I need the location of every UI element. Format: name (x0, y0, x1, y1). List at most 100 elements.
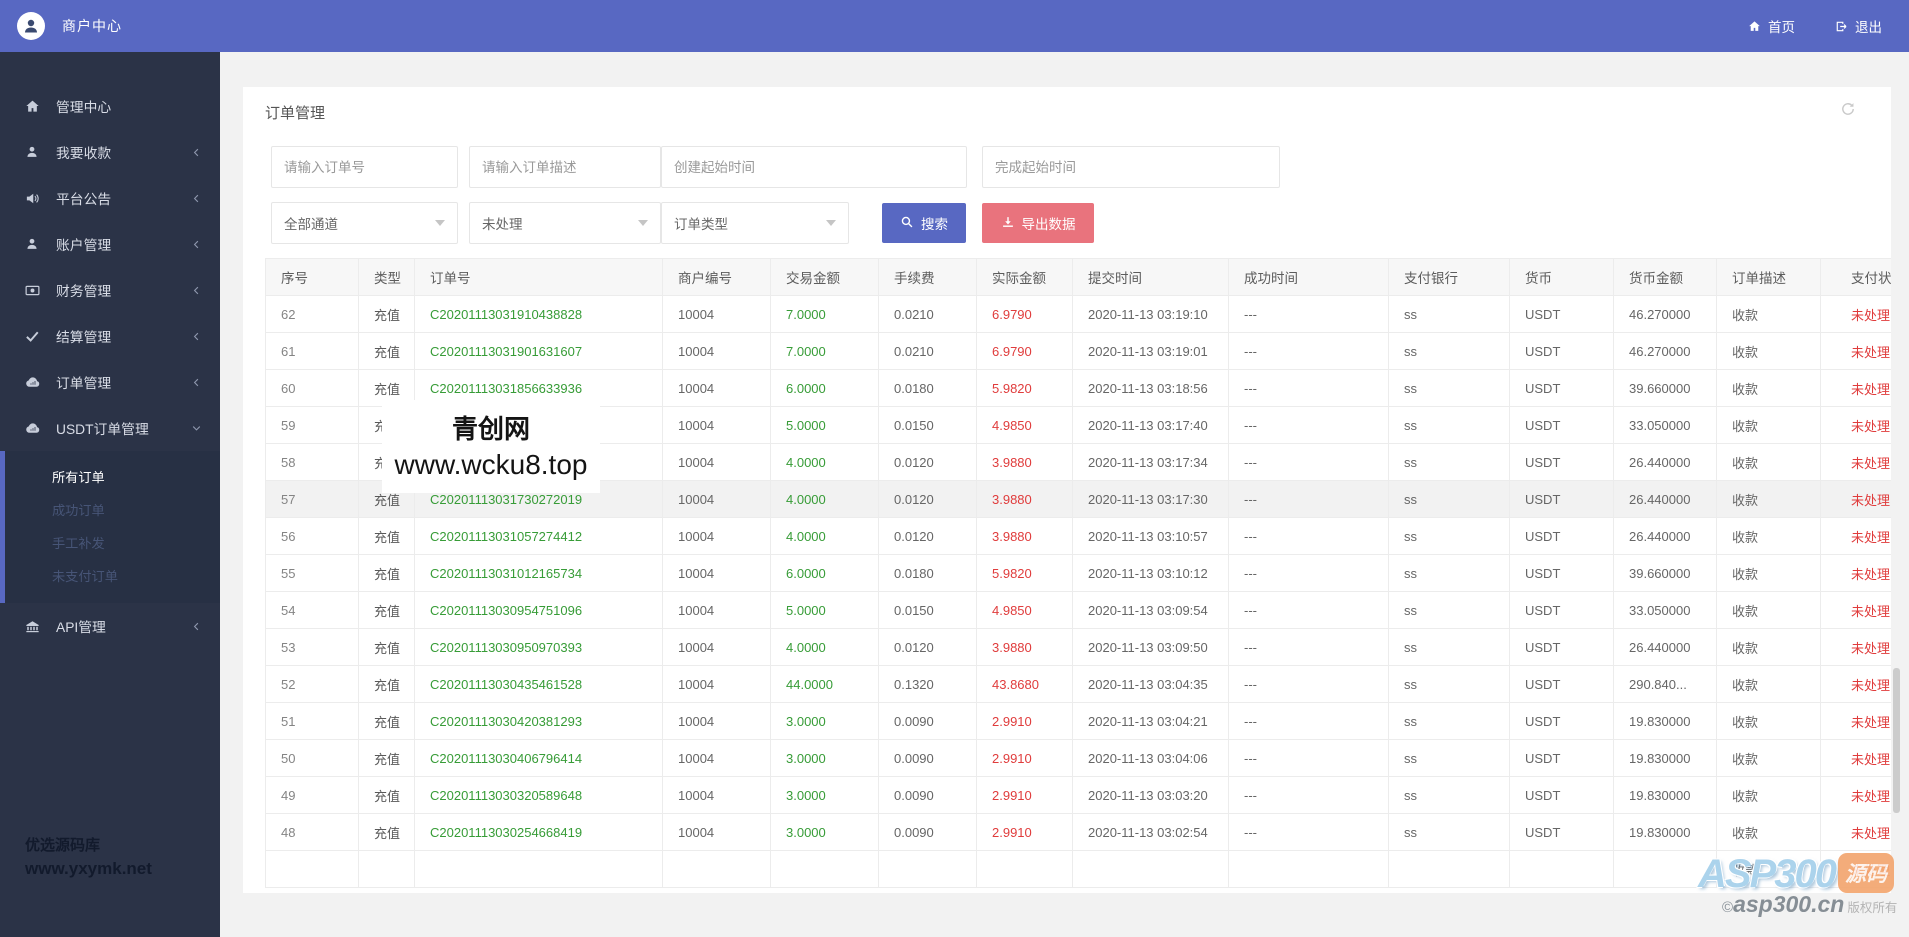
col-seq-cell: 50 (265, 739, 359, 777)
col-actual-amount-cell: 3.9880 (976, 480, 1073, 518)
order-type-select[interactable]: 订单类型 (661, 202, 849, 244)
refresh-icon[interactable] (1840, 101, 1856, 122)
col-success-time-cell (1228, 850, 1389, 888)
col-currency-amount-cell: 46.270000 (1613, 332, 1717, 370)
order-number-link[interactable]: C20201113031730272019 (430, 492, 582, 507)
order-number-link[interactable]: C20201113031856633936 (430, 381, 582, 396)
sidebar-item-api-management[interactable]: API管理 (0, 603, 220, 649)
sidebar-item-management-center[interactable]: 管理中心 (0, 83, 220, 129)
col-type-cell: 充值 (358, 739, 415, 777)
col-submit-time-cell: 2020-11-13 03:18:56 (1072, 369, 1229, 407)
col-actual-amount-cell: 5.9820 (976, 369, 1073, 407)
order-number-link[interactable]: C20201113031910438828 (430, 307, 582, 322)
order-number-link[interactable]: C20201113031057274412 (430, 529, 582, 544)
nav-home-link[interactable]: 首页 (1748, 16, 1795, 36)
sidebar-item-account-management[interactable]: 账户管理 (0, 221, 220, 267)
col-success-time-cell: --- (1228, 554, 1389, 592)
channel-select[interactable]: 全部通道 (271, 202, 458, 244)
user-icon (25, 145, 43, 159)
chevron-left-icon (191, 147, 202, 158)
col-type-cell: 充值 (358, 517, 415, 555)
home-icon (25, 99, 43, 114)
sidebar-item-settlement-management[interactable]: 结算管理 (0, 313, 220, 359)
submenu-item-all-orders[interactable]: 所有订单 (5, 461, 220, 494)
check-icon (25, 329, 43, 344)
col-trade-amount-cell (770, 850, 879, 888)
col-actual-amount-cell: 2.9910 (976, 702, 1073, 740)
order-number-link[interactable]: C20201113030950970393 (430, 640, 582, 655)
table-row: 54 充值 C20201113030954751096 10004 5.0000 0.01… (265, 591, 1891, 629)
col-success-time-cell: --- (1228, 813, 1389, 851)
col-currency-cell: USDT (1509, 517, 1614, 555)
col-currency-cell: USDT (1509, 480, 1614, 518)
order-number-link[interactable]: C20201113030420381293 (430, 714, 582, 729)
scrollbar-thumb[interactable] (1893, 668, 1900, 813)
submenu-item-unpaid-orders[interactable]: 未支付订单 (5, 560, 220, 593)
order-number-link[interactable]: C20201113030954751096 (430, 603, 582, 618)
col-currency-amount-cell: 290.840... (1613, 665, 1717, 703)
sidebar-item-usdt-order-management[interactable]: USDT订单管理 (0, 405, 220, 451)
nav-logout-link[interactable]: 退出 (1835, 16, 1882, 36)
col-success-time-cell: --- (1228, 406, 1389, 444)
finish-start-time-input[interactable] (982, 146, 1280, 188)
sidebar-item-label: API管理 (56, 620, 106, 635)
col-trade-amount-cell: 3.0000 (770, 739, 879, 777)
col-actual-amount-cell: 2.9910 (976, 776, 1073, 814)
col-seq-cell (265, 850, 359, 888)
sidebar-item-receive-payment[interactable]: 我要收款 (0, 129, 220, 175)
col-pay-bank-cell: ss (1388, 517, 1510, 555)
user-avatar[interactable] (17, 12, 45, 40)
order-number-link[interactable]: C20201113030435461528 (430, 677, 582, 692)
sidebar-item-order-management[interactable]: 订单管理 (0, 359, 220, 405)
nav-home-label: 首页 (1768, 20, 1795, 35)
col-seq-cell: 52 (265, 665, 359, 703)
center-watermark-line2: www.wcku8.top (394, 449, 588, 480)
col-seq-cell: 56 (265, 517, 359, 555)
search-button-label: 搜索 (921, 217, 948, 232)
create-start-time-input[interactable] (661, 146, 967, 188)
col-order-no-cell: C20201113031901631607 (414, 332, 663, 370)
col-currency-cell: USDT (1509, 739, 1614, 777)
header-col-success-time: 成功时间 (1228, 258, 1389, 296)
order-number-link[interactable]: C20201113030254668419 (430, 825, 582, 840)
order-number-link[interactable]: C20201113031012165734 (430, 566, 582, 581)
col-currency-amount-cell: 19.830000 (1613, 702, 1717, 740)
col-trade-amount-cell: 4.0000 (770, 628, 879, 666)
asp300-watermark: ASP300 源码 © asp300.cn 版权所有 (1698, 852, 1909, 918)
order-no-input[interactable] (271, 146, 458, 188)
col-pay-status-cell: 未处理 (1820, 406, 1891, 444)
col-order-desc-cell: 收款 (1716, 591, 1821, 629)
order-number-link[interactable]: C20201113031901631607 (430, 344, 582, 359)
submenu-item-success-orders[interactable]: 成功订单 (5, 494, 220, 527)
sidebar-item-label: 结算管理 (56, 330, 112, 345)
order-number-link[interactable]: C20201113030320589648 (430, 788, 582, 803)
col-success-time-cell: --- (1228, 443, 1389, 481)
col-fee-cell: 0.0210 (878, 332, 977, 370)
status-select[interactable]: 未处理 (469, 202, 661, 244)
col-type-cell: 充值 (358, 554, 415, 592)
order-number-link[interactable]: C20201113030406796414 (430, 751, 582, 766)
col-order-desc-cell: 收款 (1716, 369, 1821, 407)
col-actual-amount-cell: 2.9910 (976, 813, 1073, 851)
col-currency-cell: USDT (1509, 554, 1614, 592)
header-col-actual-amount: 实际金额 (976, 258, 1073, 296)
app-title: 商户中心 (62, 18, 122, 34)
col-pay-status-cell: 未处理 (1820, 480, 1891, 518)
col-trade-amount-cell: 3.0000 (770, 702, 879, 740)
chevron-left-icon (191, 621, 202, 632)
col-fee-cell: 0.0090 (878, 702, 977, 740)
export-button[interactable]: 导出数据 (982, 203, 1094, 243)
center-watermark-line1: 青创网 (451, 414, 530, 444)
col-actual-amount-cell: 6.9790 (976, 332, 1073, 370)
sidebar-item-finance-management[interactable]: 财务管理 (0, 267, 220, 313)
col-merchant-no-cell: 10004 (662, 776, 771, 814)
col-pay-status-cell: 未处理 (1820, 369, 1891, 407)
col-order-no-cell: C20201113030954751096 (414, 591, 663, 629)
sidebar-item-platform-announcement[interactable]: 平台公告 (0, 175, 220, 221)
col-submit-time-cell: 2020-11-13 03:10:12 (1072, 554, 1229, 592)
search-button[interactable]: 搜索 (882, 203, 966, 243)
col-currency-cell: USDT (1509, 702, 1614, 740)
col-merchant-no-cell: 10004 (662, 739, 771, 777)
order-desc-input[interactable] (469, 146, 661, 188)
submenu-item-manual-reissue[interactable]: 手工补发 (5, 527, 220, 560)
